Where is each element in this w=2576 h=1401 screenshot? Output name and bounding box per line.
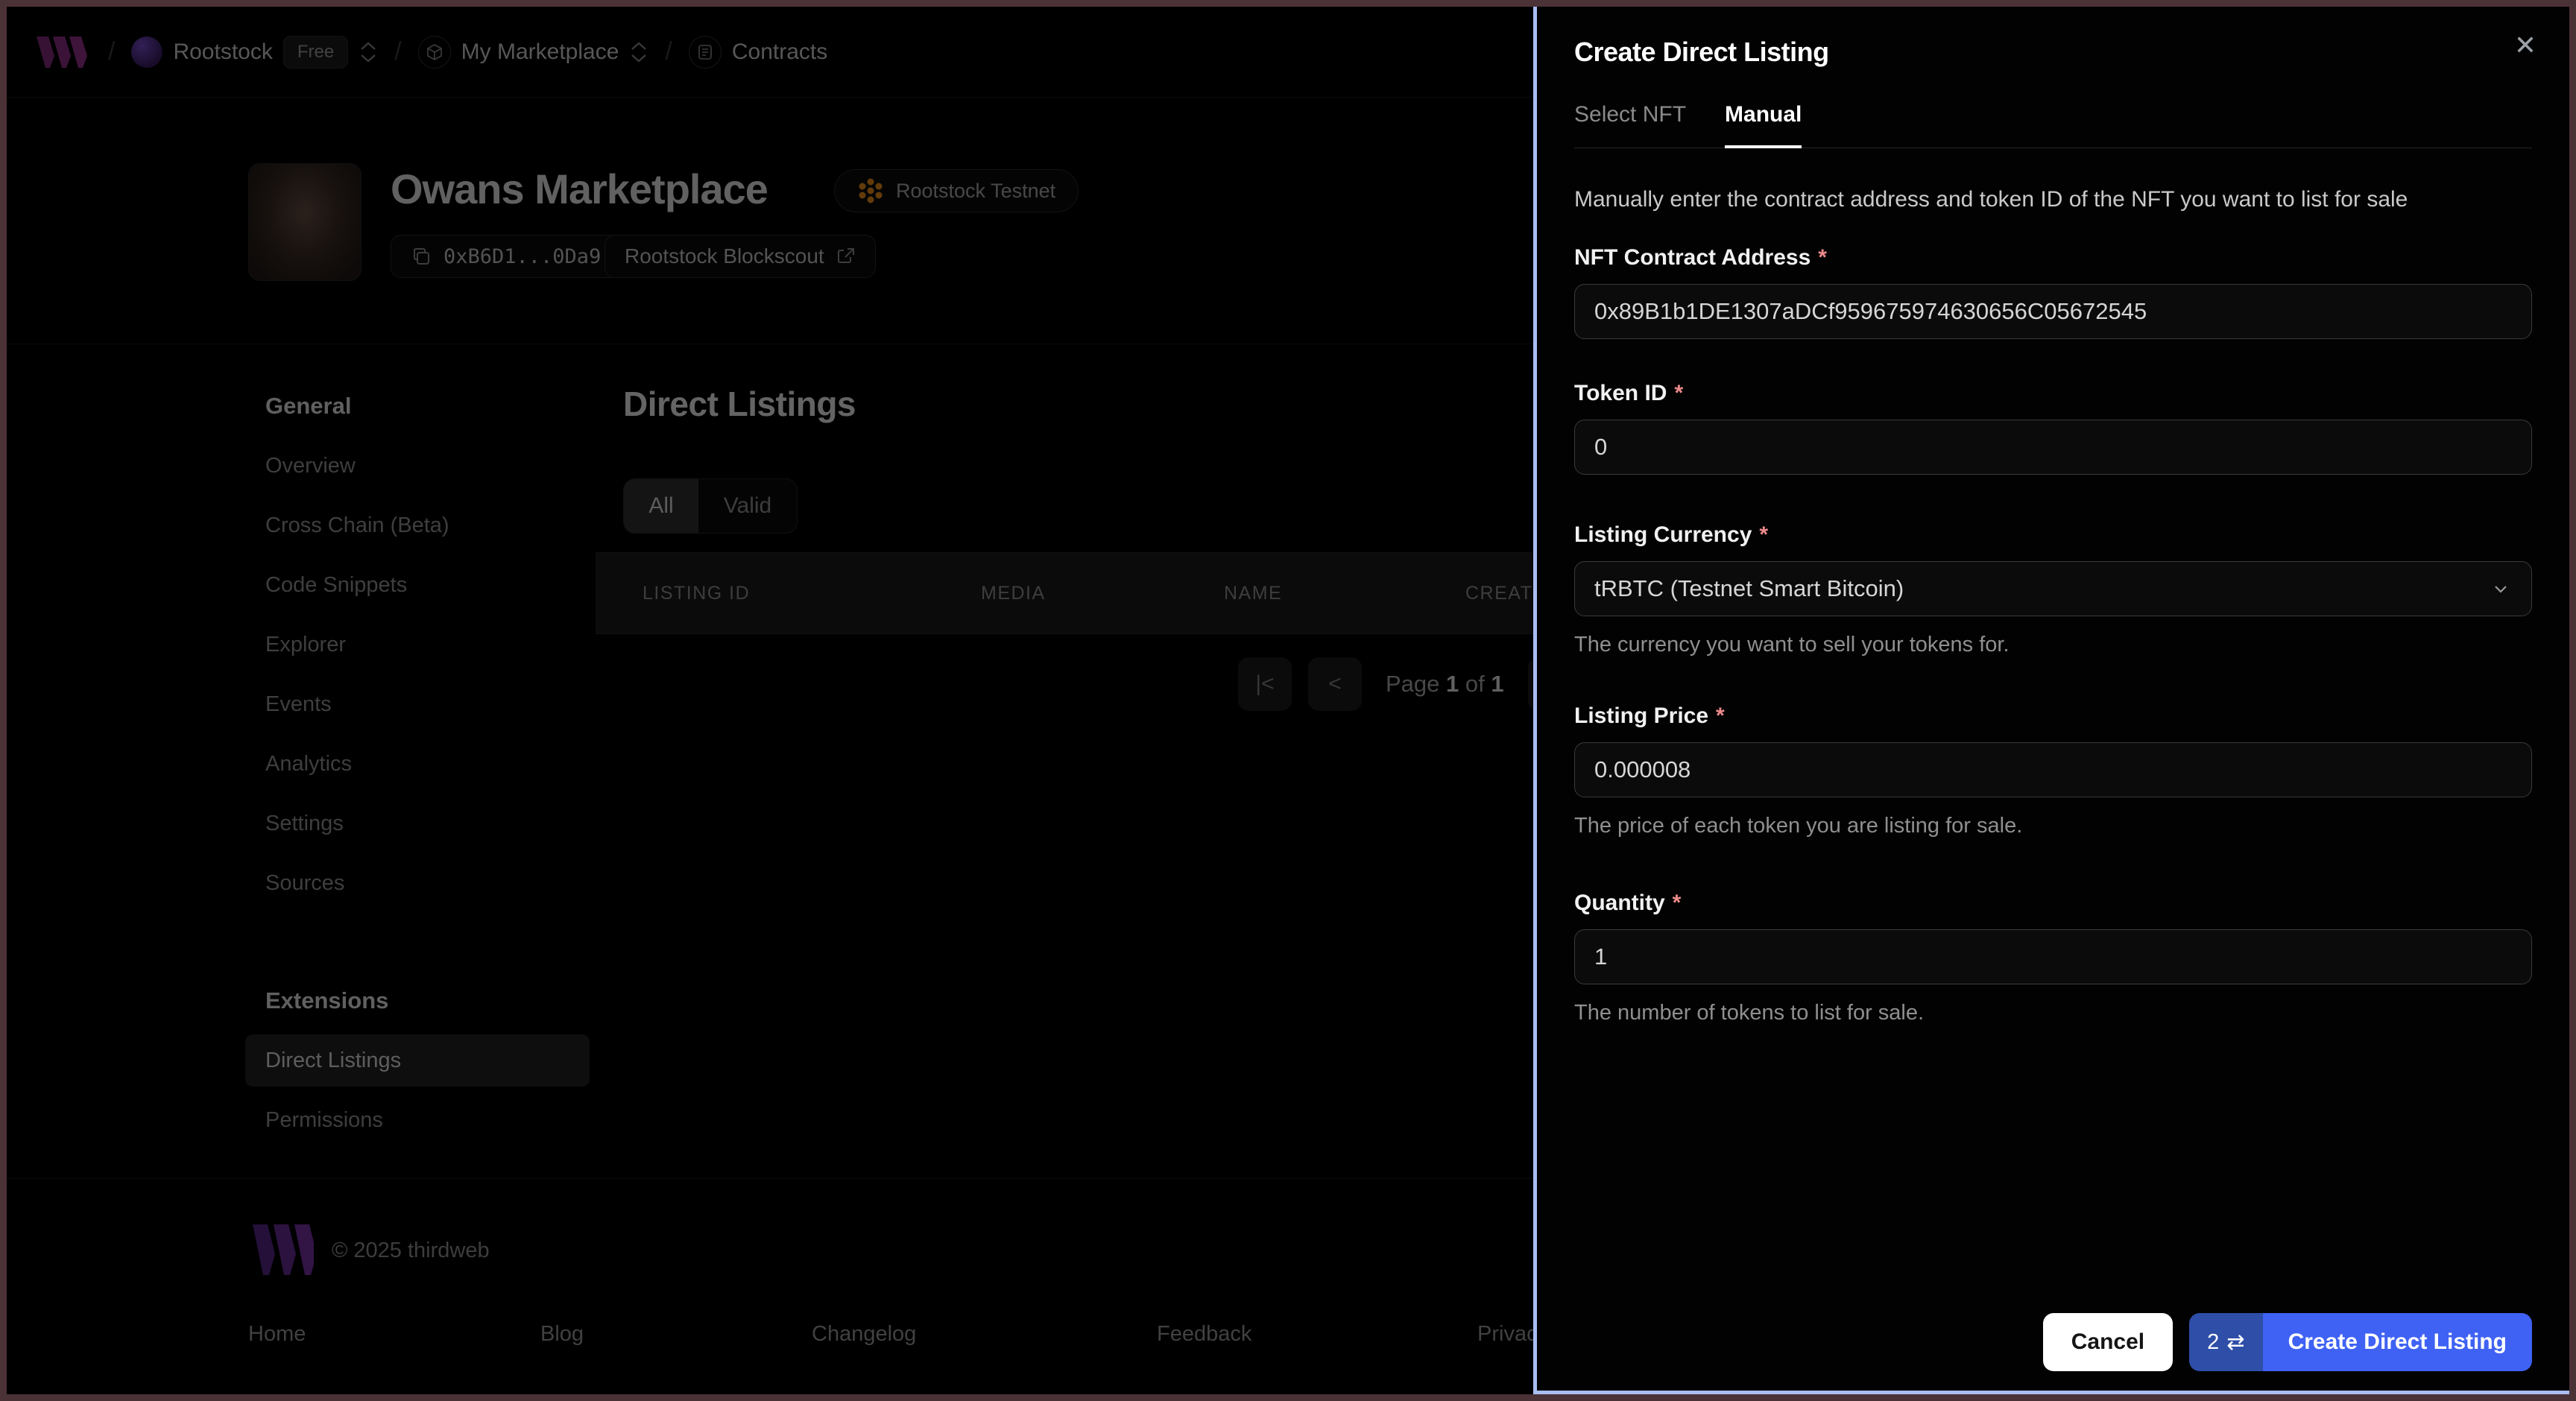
close-icon[interactable]: ✕ bbox=[2514, 32, 2536, 59]
drawer-description: Manually enter the contract address and … bbox=[1574, 187, 2408, 212]
swap-arrows-icon: ⇄ bbox=[2226, 1330, 2245, 1355]
listing-currency-helper: The currency you want to sell your token… bbox=[1574, 633, 2010, 657]
quantity-input[interactable] bbox=[1574, 929, 2532, 984]
field-listing-price: Listing Price * The price of each token … bbox=[1574, 703, 2532, 838]
contract-address-label: NFT Contract Address * bbox=[1574, 245, 1827, 270]
app-window: / Rootstock Free / My Marketplace bbox=[0, 0, 2576, 1401]
listing-price-label: Listing Price * bbox=[1574, 703, 1725, 728]
required-asterisk: * bbox=[1759, 522, 1769, 547]
listing-price-input[interactable] bbox=[1574, 742, 2532, 797]
tab-manual[interactable]: Manual bbox=[1725, 102, 1802, 148]
tab-select-nft[interactable]: Select NFT bbox=[1574, 102, 1686, 148]
field-token-id: Token ID * bbox=[1574, 381, 2532, 475]
listing-currency-value: tRBTC (Testnet Smart Bitcoin) bbox=[1594, 575, 1904, 601]
quantity-label: Quantity * bbox=[1574, 891, 1682, 915]
create-direct-listing-drawer: Create Direct Listing ✕ Select NFT Manua… bbox=[1533, 7, 2569, 1394]
create-direct-listing-button[interactable]: Create Direct Listing bbox=[2262, 1313, 2532, 1371]
required-asterisk: * bbox=[1716, 703, 1725, 728]
transaction-count-badge[interactable]: 2 ⇄ bbox=[2189, 1313, 2263, 1371]
chevron-down-icon bbox=[2495, 586, 2507, 593]
token-id-input[interactable] bbox=[1574, 420, 2532, 475]
listing-currency-select[interactable]: tRBTC (Testnet Smart Bitcoin) bbox=[1574, 561, 2532, 616]
required-asterisk: * bbox=[1818, 245, 1827, 270]
token-id-label: Token ID * bbox=[1574, 381, 1684, 405]
drawer-header: Create Direct Listing ✕ bbox=[1574, 32, 2536, 68]
transaction-count: 2 bbox=[2207, 1329, 2220, 1354]
drawer-footer: Cancel 2 ⇄ Create Direct Listing bbox=[1574, 1313, 2532, 1371]
quantity-helper: The number of tokens to list for sale. bbox=[1574, 1001, 1925, 1025]
submit-split-button: 2 ⇄ Create Direct Listing bbox=[2189, 1313, 2532, 1371]
drawer-title: Create Direct Listing bbox=[1574, 37, 1829, 67]
required-asterisk: * bbox=[1674, 381, 1684, 405]
required-asterisk: * bbox=[1672, 891, 1682, 915]
cancel-button[interactable]: Cancel bbox=[2042, 1313, 2174, 1371]
listing-currency-label: Listing Currency * bbox=[1574, 522, 1769, 547]
contract-address-input[interactable] bbox=[1574, 284, 2532, 339]
field-listing-currency: Listing Currency * tRBTC (Testnet Smart … bbox=[1574, 522, 2532, 657]
listing-price-helper: The price of each token you are listing … bbox=[1574, 814, 2023, 838]
field-quantity: Quantity * The number of tokens to list … bbox=[1574, 891, 2532, 1025]
window-frame-top-edge bbox=[0, 0, 2576, 3]
field-contract-address: NFT Contract Address * bbox=[1574, 245, 2532, 339]
drawer-tabs: Select NFT Manual bbox=[1574, 102, 2532, 148]
